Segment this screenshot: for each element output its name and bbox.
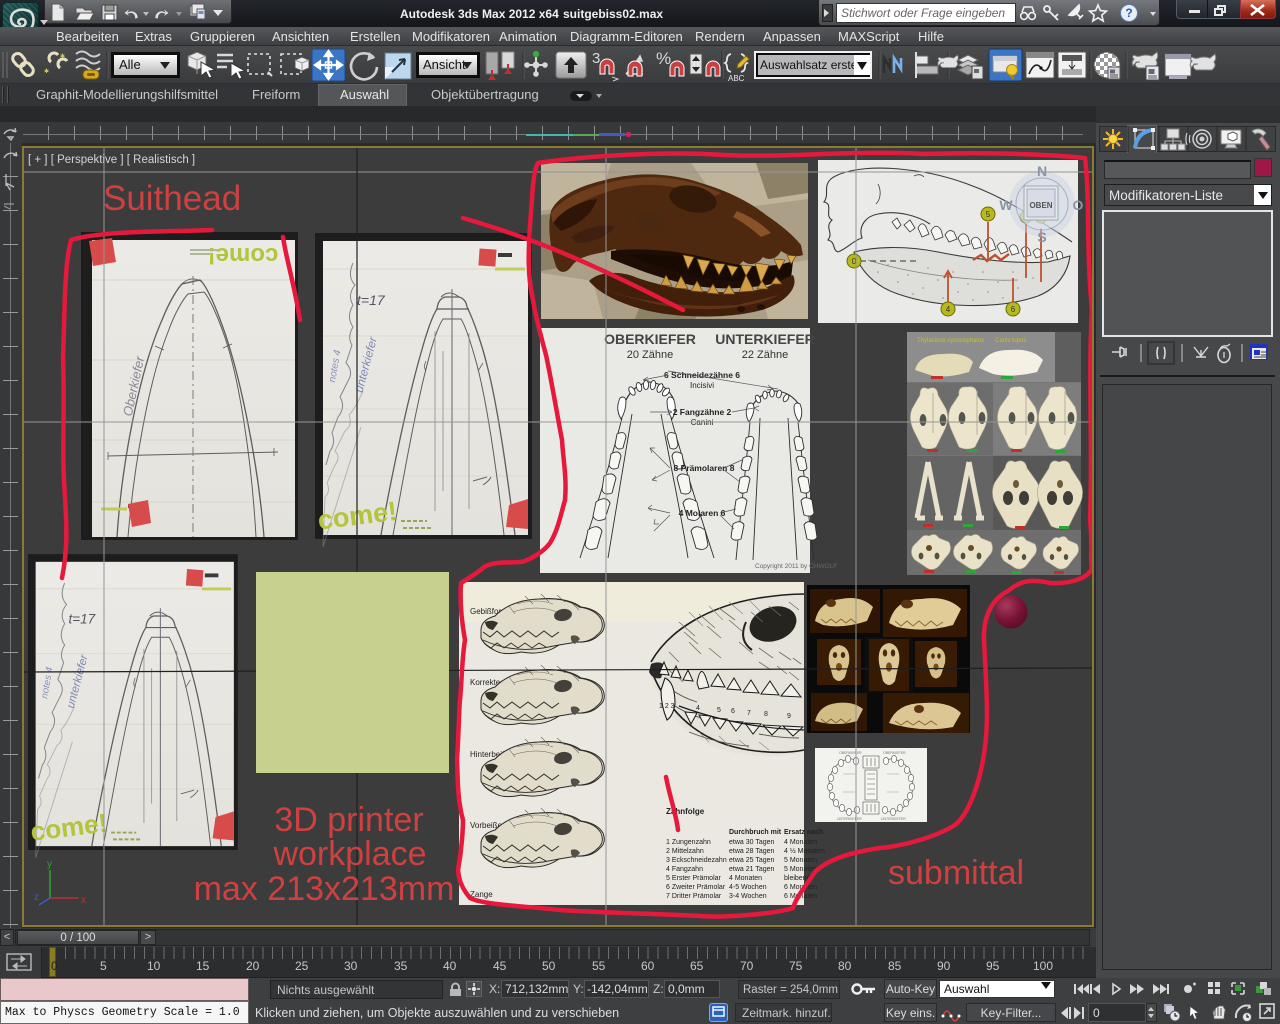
svg-text:Auswahlsatz erstelle: Auswahlsatz erstelle <box>760 58 870 72</box>
svg-text:9: 9 <box>787 713 791 720</box>
svg-text:Ansicht: Ansicht <box>423 57 466 72</box>
svg-text:7 Dritter Prämolar: 7 Dritter Prämolar <box>666 893 722 900</box>
svg-text:1 2 3: 1 2 3 <box>659 703 675 710</box>
svg-text:4 Molaren 6: 4 Molaren 6 <box>679 508 726 518</box>
svg-text:4 Monaten: 4 Monaten <box>784 839 817 846</box>
svg-text:OBEN: OBEN <box>1029 201 1052 210</box>
svg-text:max 213x213mm: max 213x213mm <box>194 870 455 908</box>
svg-text:2 Fangzähne 2: 2 Fangzähne 2 <box>673 407 732 417</box>
svg-text:%: % <box>656 49 671 68</box>
svg-text:5 Monaten: 5 Monaten <box>784 866 817 873</box>
svg-text:5 Erster Prämolar: 5 Erster Prämolar <box>666 875 722 882</box>
svg-text:22 Zähne: 22 Zähne <box>742 349 788 361</box>
svg-text:[ + ] [ Perspektive ] [ Realis: [ + ] [ Perspektive ] [ Realistisch ] <box>28 154 195 166</box>
svg-text:ABC: ABC <box>728 74 745 83</box>
svg-text:OBERKIEFER: OBERKIEFER <box>604 331 696 347</box>
svg-text:OBERKIEFER: OBERKIEFER <box>839 751 862 755</box>
svg-text:5: 5 <box>986 210 991 219</box>
svg-text:etwa 25 Tagen: etwa 25 Tagen <box>729 857 775 864</box>
svg-text:submittal: submittal <box>888 854 1024 892</box>
svg-text:UNTERKIEFER: UNTERKIEFER <box>715 331 815 347</box>
svg-text:4: 4 <box>946 305 951 314</box>
svg-text:x: x <box>81 895 86 906</box>
svg-text:t=17: t=17 <box>357 292 386 308</box>
svg-text:20 Zähne: 20 Zähne <box>627 349 673 361</box>
svg-text:6 Schneidezähne 6: 6 Schneidezähne 6 <box>664 370 740 380</box>
svg-text:OBERKIEFER: OBERKIEFER <box>883 751 906 755</box>
svg-text:4 Fangzahn: 4 Fangzahn <box>666 866 703 873</box>
svg-text:UNTERKIEFER: UNTERKIEFER <box>837 817 862 821</box>
svg-text:UNTERKIEFER: UNTERKIEFER <box>881 817 906 821</box>
svg-text:4-5 Wochen: 4-5 Wochen <box>729 884 767 891</box>
svg-text:y: y <box>47 859 52 870</box>
svg-text:O: O <box>1073 197 1084 213</box>
svg-text:3D printer: 3D printer <box>274 801 423 839</box>
svg-text:8: 8 <box>764 711 768 718</box>
svg-text:5: 5 <box>717 707 721 714</box>
svg-text:come!: come! <box>208 242 279 269</box>
svg-text:1 Zungenzahn: 1 Zungenzahn <box>666 839 711 846</box>
svg-text:S: S <box>1037 229 1046 245</box>
svg-text:✱: ✱ <box>60 53 65 60</box>
svg-text:Copyright 2011 by CHWOLF: Copyright 2011 by CHWOLF <box>755 563 837 570</box>
svg-text:etwa 28 Tagen: etwa 28 Tagen <box>729 848 775 855</box>
svg-text:5 Monaten: 5 Monaten <box>784 857 817 864</box>
svg-text:3 Eckschneidezahn: 3 Eckschneidezahn <box>666 857 727 864</box>
svg-text:?: ? <box>1125 6 1132 20</box>
svg-text:6 Zweiter Prämolar: 6 Zweiter Prämolar <box>666 884 726 891</box>
svg-text:Durchbruch mit: Durchbruch mit <box>729 829 782 836</box>
svg-text:Alle: Alle <box>119 57 141 72</box>
svg-text:Incisivi: Incisivi <box>690 381 714 390</box>
svg-text:etwa 21 Tagen: etwa 21 Tagen <box>729 866 775 873</box>
svg-text:Canis lupus: Canis lupus <box>995 338 1026 344</box>
svg-text:✱: ✱ <box>44 68 49 75</box>
svg-text:N: N <box>1037 163 1047 179</box>
svg-text:4 Monaten: 4 Monaten <box>729 875 762 882</box>
svg-text:6: 6 <box>1011 305 1016 314</box>
svg-text:4 ½ Monaten: 4 ½ Monaten <box>784 847 825 855</box>
svg-text:7: 7 <box>747 710 751 717</box>
svg-text:2 Mittelzahn: 2 Mittelzahn <box>666 848 704 855</box>
svg-text:4: 4 <box>696 705 700 712</box>
svg-text:etwa 30 Tagen: etwa 30 Tagen <box>729 839 775 846</box>
svg-text:3: 3 <box>592 50 600 67</box>
svg-text:workplace: workplace <box>272 835 426 873</box>
svg-text:Thylacinus cynocephalus: Thylacinus cynocephalus <box>917 338 984 344</box>
svg-text:W: W <box>999 197 1013 213</box>
svg-text:z: z <box>34 892 39 903</box>
svg-text:Suithead: Suithead <box>103 179 241 218</box>
svg-text:6: 6 <box>731 708 735 715</box>
svg-text:Ersatz nach: Ersatz nach <box>784 829 823 836</box>
svg-text:3-4 Wochen: 3-4 Wochen <box>729 893 767 900</box>
